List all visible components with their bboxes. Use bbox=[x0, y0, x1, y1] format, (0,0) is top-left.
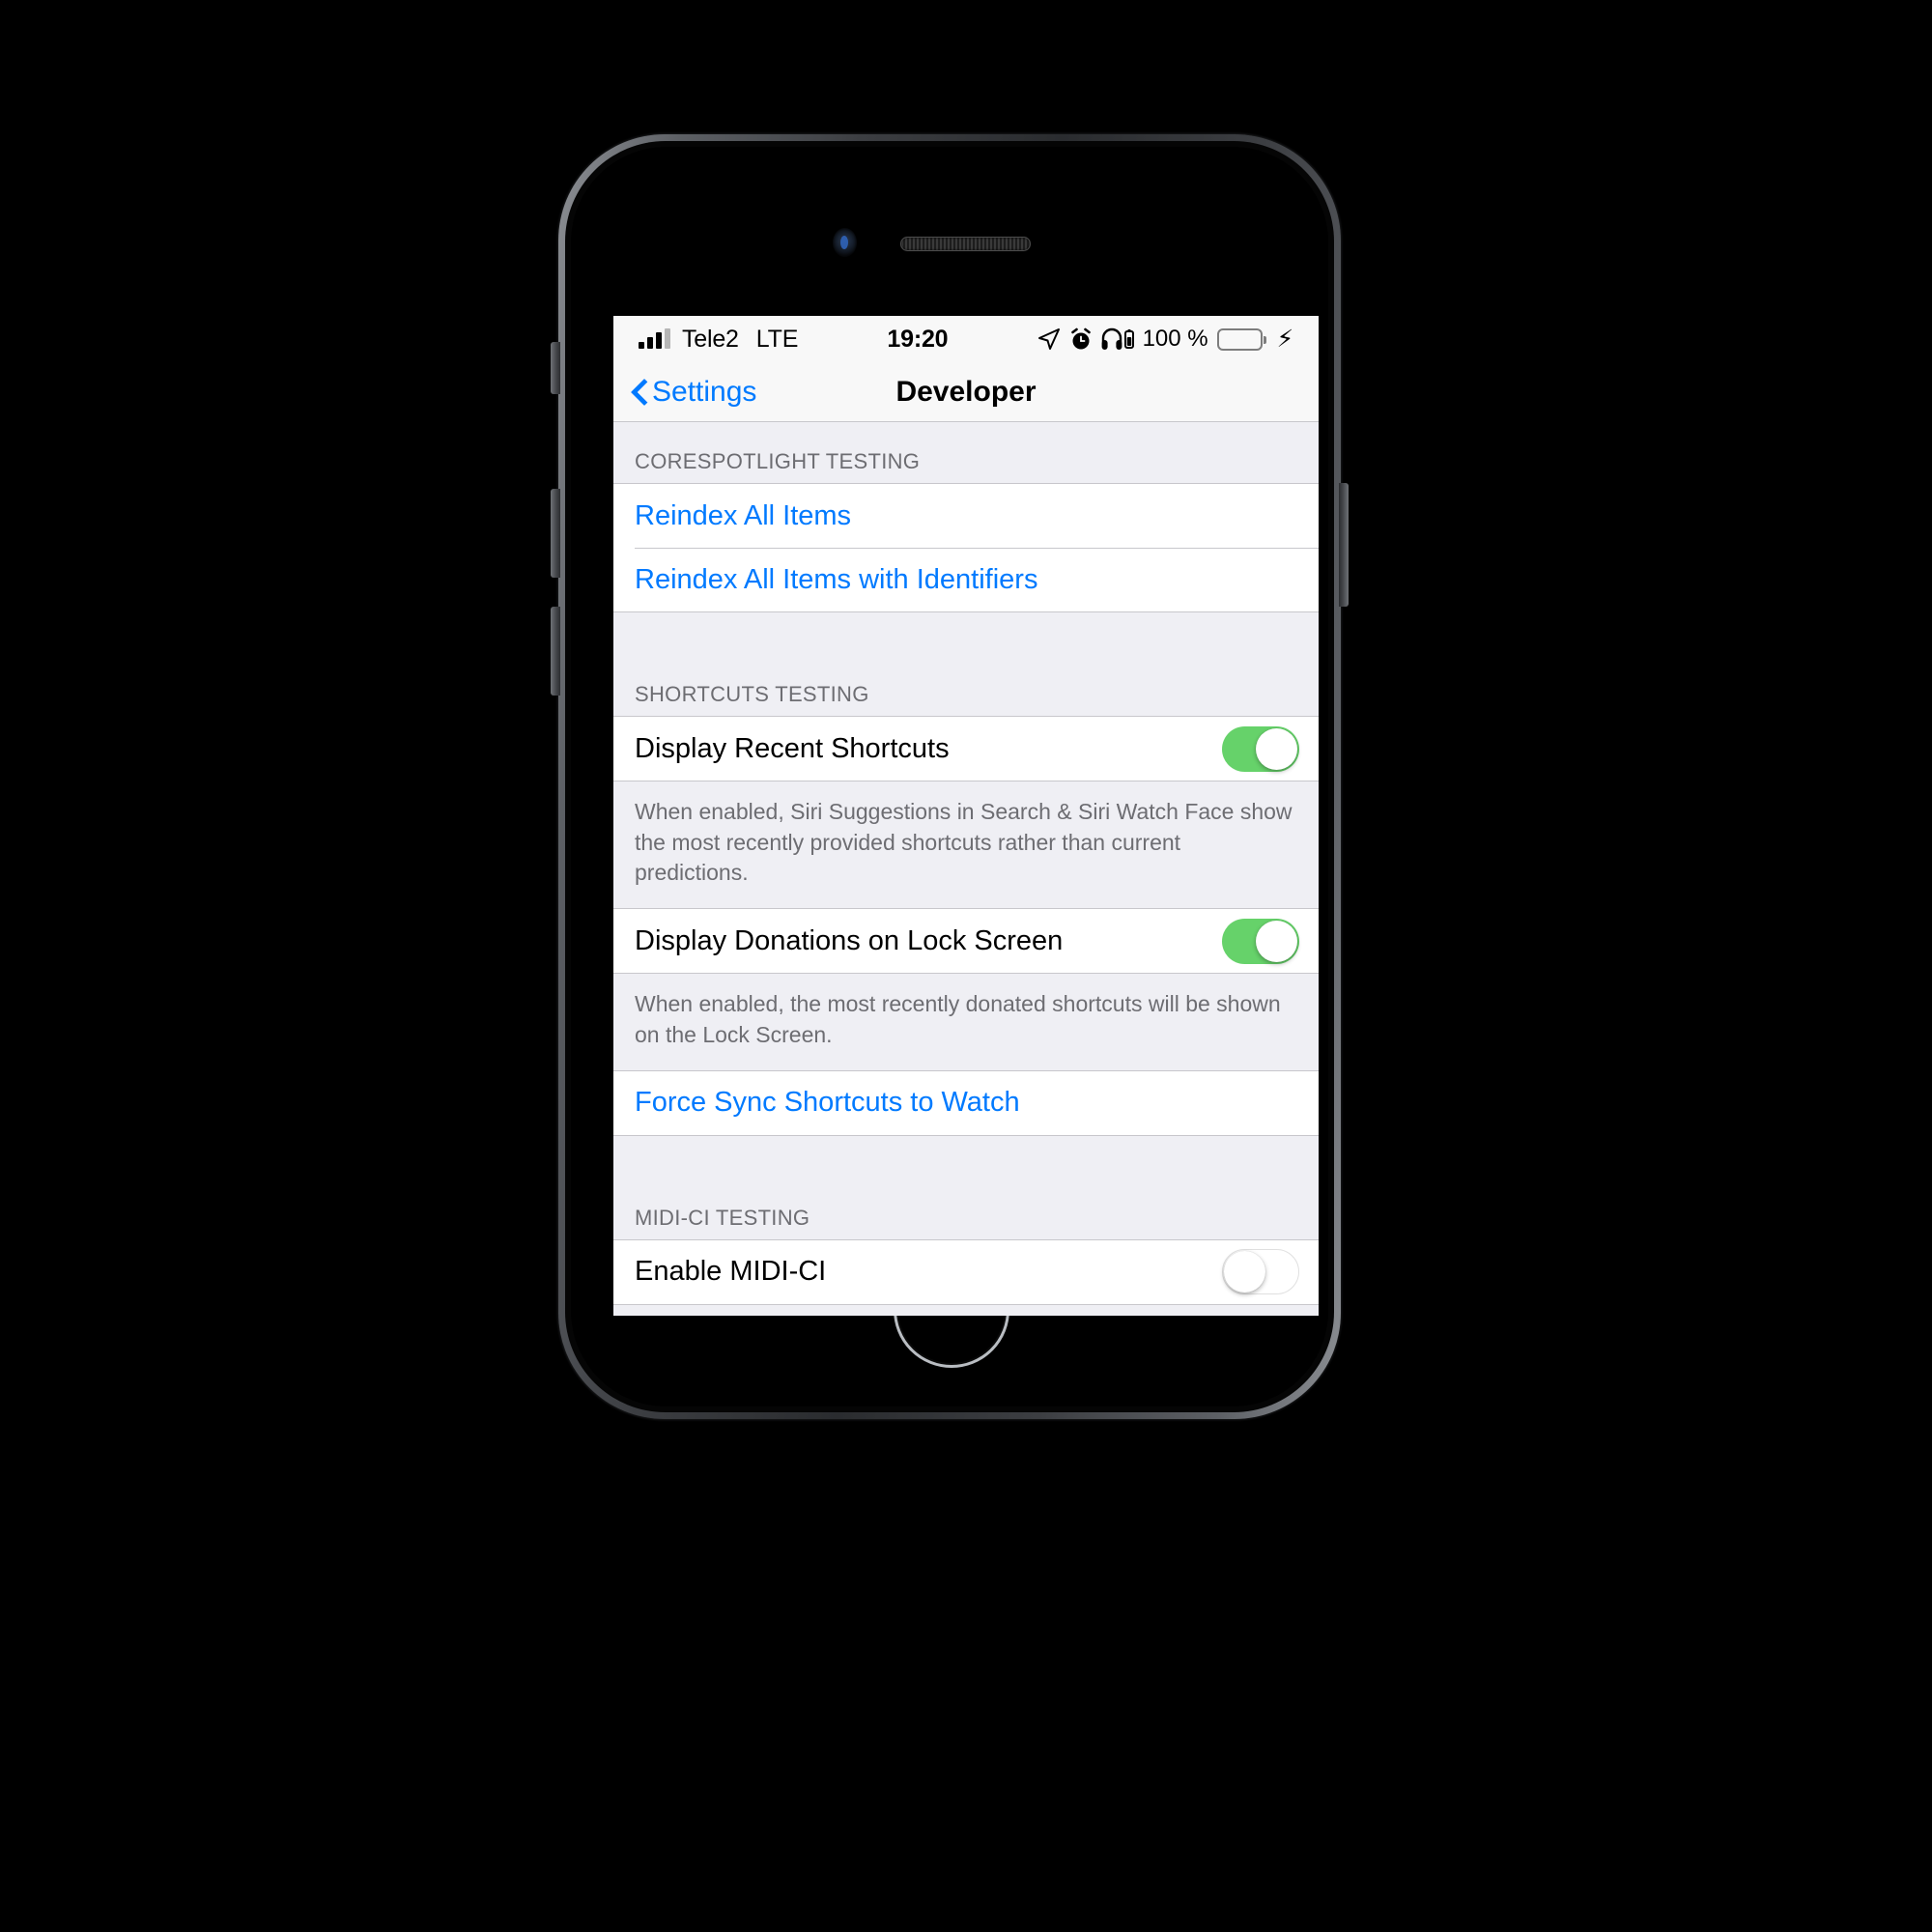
row-label: Reindex All Items with Identifiers bbox=[635, 563, 1038, 595]
row-label: Force Sync Shortcuts to Watch bbox=[635, 1087, 1020, 1119]
back-button-label: Settings bbox=[652, 375, 757, 408]
section-spacer bbox=[613, 612, 1319, 655]
section-header-midi-ci: MIDI-CI TESTING bbox=[613, 1178, 1319, 1239]
toggle-display-donations-on-lock-screen[interactable] bbox=[1222, 918, 1299, 964]
clock-label: 19:20 bbox=[887, 325, 949, 353]
footer-display-recent-shortcuts: When enabled, Siri Suggestions in Search… bbox=[613, 781, 1319, 909]
battery-full-icon bbox=[1216, 327, 1266, 351]
section-group-force-sync: Force Sync Shortcuts to Watch bbox=[613, 1069, 1319, 1136]
chevron-left-icon bbox=[631, 378, 647, 407]
mute-switch-button[interactable] bbox=[551, 342, 560, 394]
row-reindex-all-items[interactable]: Reindex All Items bbox=[613, 484, 1319, 548]
toggle-knob bbox=[1256, 727, 1297, 770]
section-spacer bbox=[613, 1135, 1319, 1179]
row-label: Display Donations on Lock Screen bbox=[635, 924, 1064, 956]
back-button[interactable]: Settings bbox=[631, 376, 756, 409]
row-reindex-all-items-with-identifiers[interactable]: Reindex All Items with Identifiers bbox=[613, 548, 1319, 611]
row-display-recent-shortcuts[interactable]: Display Recent Shortcuts bbox=[613, 717, 1319, 781]
battery-percent-label: 100 % bbox=[1142, 326, 1208, 352]
carrier-label: Tele2 bbox=[682, 325, 739, 353]
cellular-signal-icon bbox=[639, 328, 670, 349]
volume-up-button[interactable] bbox=[551, 489, 560, 578]
toggle-knob bbox=[1256, 920, 1297, 962]
toggle-knob bbox=[1224, 1251, 1265, 1293]
toggle-display-recent-shortcuts[interactable] bbox=[1222, 725, 1299, 772]
row-force-sync-shortcuts-to-watch[interactable]: Force Sync Shortcuts to Watch bbox=[613, 1070, 1319, 1135]
status-bar-right: 100 % ⚡ bbox=[1037, 325, 1293, 354]
section-header-corespotlight: CORESPOTLIGHT TESTING bbox=[613, 422, 1319, 483]
row-label: Enable MIDI-CI bbox=[635, 1256, 827, 1288]
lightning-bolt-icon: ⚡ bbox=[1276, 326, 1294, 353]
alarm-clock-icon bbox=[1069, 327, 1093, 352]
volume-down-button[interactable] bbox=[551, 607, 560, 696]
headphones-battery-icon bbox=[1101, 327, 1134, 351]
screenshot-stage: Tele2 LTE 19:20 100 % ⚡ Settings Develop… bbox=[0, 0, 1932, 1932]
footer-display-donations: When enabled, the most recently donated … bbox=[613, 974, 1319, 1070]
section-group-display-recent-shortcuts: Display Recent Shortcuts bbox=[613, 716, 1319, 781]
section-header-shortcuts: SHORTCUTS TESTING bbox=[613, 655, 1319, 716]
row-enable-midi-ci[interactable]: Enable MIDI-CI bbox=[613, 1239, 1319, 1304]
status-bar: Tele2 LTE 19:20 100 % ⚡ bbox=[613, 316, 1319, 362]
section-group-midi-ci: Enable MIDI-CI bbox=[613, 1238, 1319, 1305]
radio-type-label: LTE bbox=[755, 325, 799, 353]
power-button[interactable] bbox=[1339, 483, 1349, 607]
front-camera-icon bbox=[833, 228, 857, 257]
row-display-donations-on-lock-screen[interactable]: Display Donations on Lock Screen bbox=[613, 909, 1319, 974]
row-label: Reindex All Items bbox=[635, 499, 852, 531]
table-tail-spacer bbox=[613, 1304, 1319, 1316]
section-group-corespotlight: Reindex All Items Reindex All Items with… bbox=[613, 483, 1319, 612]
row-label: Display Recent Shortcuts bbox=[635, 732, 950, 764]
phone-screen: Tele2 LTE 19:20 100 % ⚡ Settings Develop… bbox=[613, 316, 1319, 1316]
status-bar-left: Tele2 LTE bbox=[639, 326, 798, 354]
section-group-display-donations: Display Donations on Lock Screen bbox=[613, 908, 1319, 975]
earpiece-speaker bbox=[900, 237, 1031, 251]
toggle-enable-midi-ci[interactable] bbox=[1222, 1249, 1299, 1295]
settings-table: CORESPOTLIGHT TESTING Reindex All Items … bbox=[613, 422, 1319, 1316]
location-arrow-icon bbox=[1037, 327, 1061, 351]
navigation-bar: Settings Developer bbox=[613, 362, 1319, 422]
